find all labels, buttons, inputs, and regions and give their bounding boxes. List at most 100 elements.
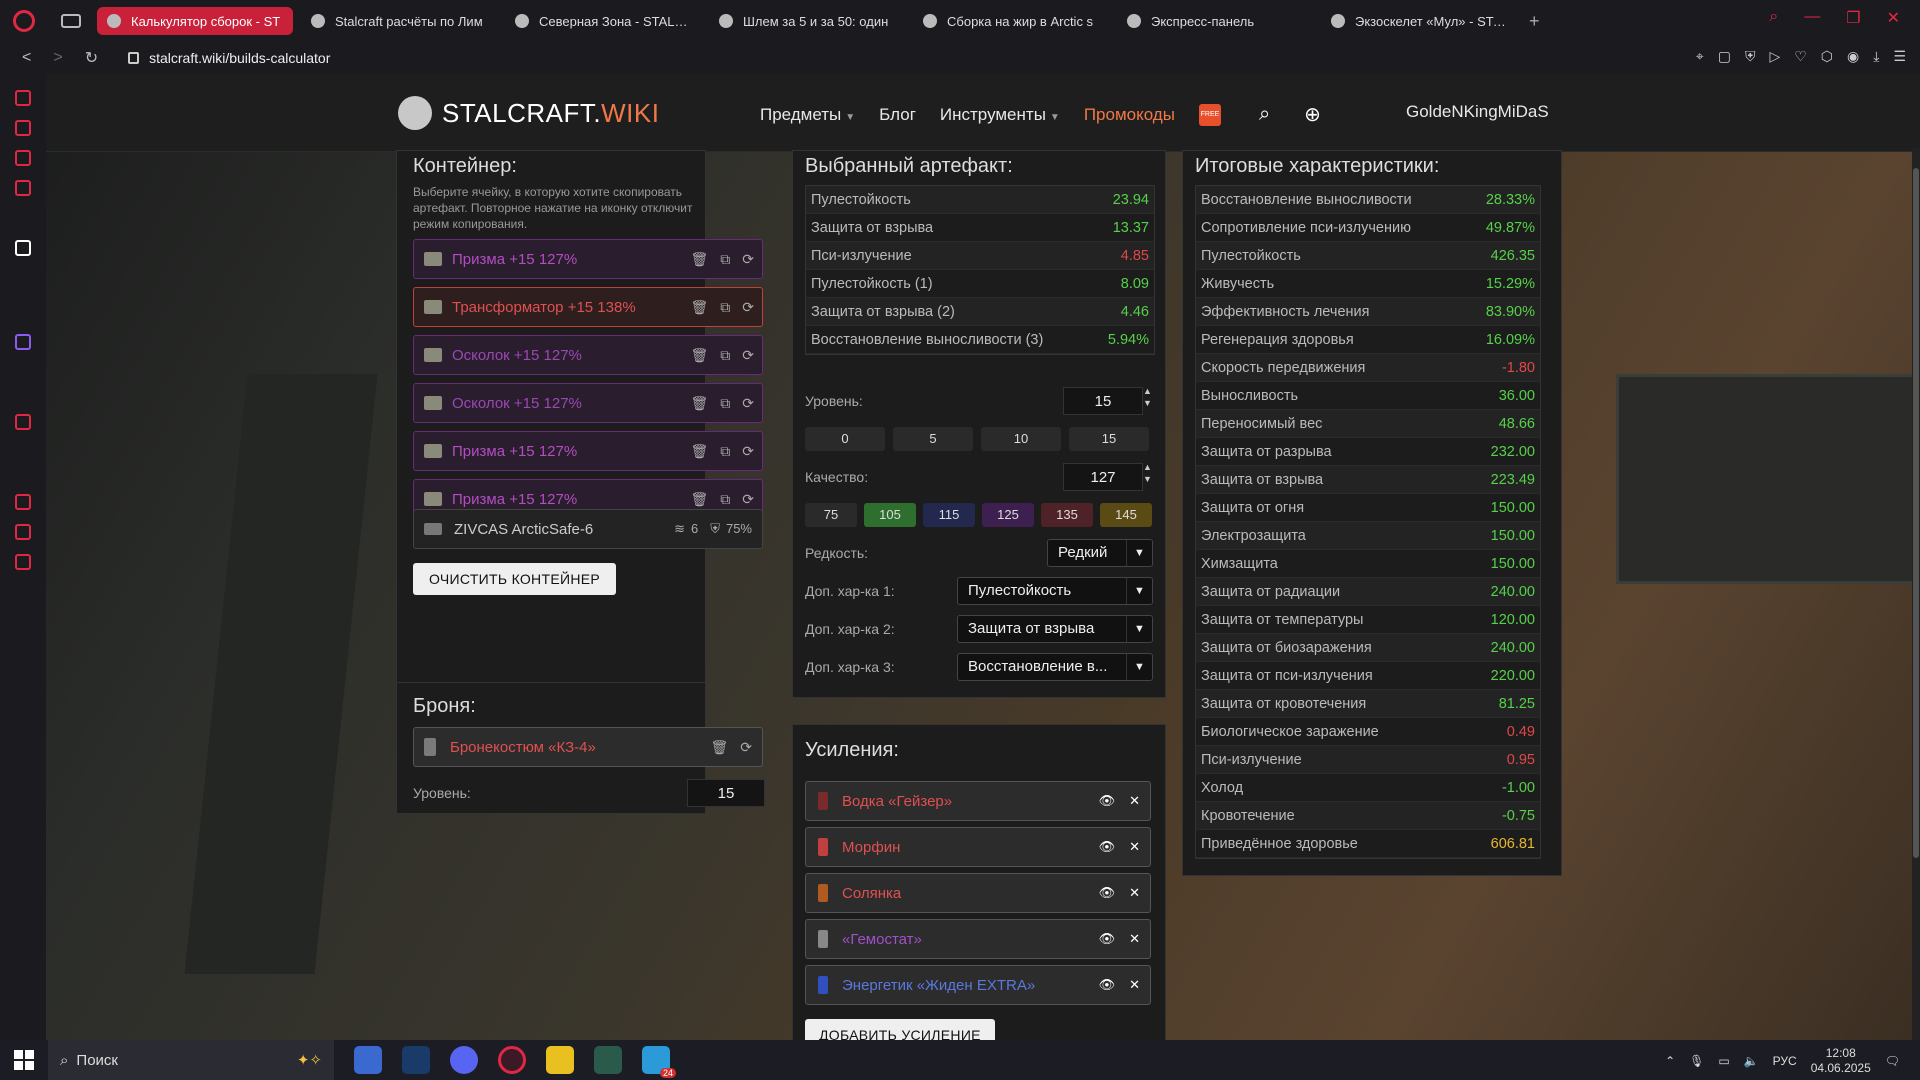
extra2-select[interactable]: Защита от взрыва ▼ bbox=[957, 615, 1153, 643]
boost-item[interactable]: Водка «Гейзер» 👁 ✕ bbox=[805, 781, 1151, 821]
container-slot[interactable]: Трансформатор +15 138% 🗑 ⧉ ⟳ bbox=[413, 287, 763, 327]
close-icon[interactable]: ✕ bbox=[1129, 839, 1140, 855]
window-app-icon[interactable] bbox=[594, 1046, 622, 1074]
rarity-select[interactable]: Редкий ▼ bbox=[1047, 539, 1153, 567]
level-quick-button[interactable]: 10 bbox=[981, 427, 1061, 451]
forward-button[interactable]: > bbox=[53, 49, 62, 67]
refresh-icon[interactable]: ⟳ bbox=[742, 395, 754, 412]
menu-blog[interactable]: Блог bbox=[879, 105, 916, 125]
sidebar-game-icon[interactable] bbox=[15, 240, 31, 256]
level-quick-button[interactable]: 5 bbox=[893, 427, 973, 451]
browser-tab[interactable]: Северная Зона - STALCR bbox=[505, 7, 701, 35]
download-icon[interactable]: ⤓ bbox=[1873, 48, 1879, 65]
refresh-icon[interactable]: ⟳ bbox=[742, 347, 754, 364]
new-tab-button[interactable]: + bbox=[1529, 11, 1540, 32]
sidebar-player-icon[interactable] bbox=[15, 414, 31, 430]
level-quick-button[interactable]: 15 bbox=[1069, 427, 1149, 451]
close-icon[interactable]: ✕ bbox=[1129, 977, 1140, 993]
eye-icon[interactable]: 👁 bbox=[1099, 839, 1116, 855]
browser-tab[interactable]: Экспресс-панель bbox=[1117, 7, 1313, 35]
quality-quick-button[interactable]: 115 bbox=[923, 503, 975, 527]
snapshot-icon[interactable]: ▢ bbox=[1718, 48, 1731, 65]
browser-tab[interactable]: Шлем за 5 и за 50: один bbox=[709, 7, 905, 35]
eye-icon[interactable]: 👁 bbox=[1099, 931, 1116, 947]
heart-icon[interactable]: ♡ bbox=[1794, 48, 1807, 65]
copy-icon[interactable]: ⧉ bbox=[720, 491, 730, 508]
microphone-icon[interactable]: 🎙 bbox=[1689, 1054, 1704, 1068]
close-icon[interactable]: ✕ bbox=[1129, 931, 1140, 947]
container-slot[interactable]: Осколок +15 127% 🗑 ⧉ ⟳ bbox=[413, 335, 763, 375]
boost-item[interactable]: Энергетик «Жиден EXTRA» 👁 ✕ bbox=[805, 965, 1151, 1005]
eye-icon[interactable]: 👁 bbox=[1099, 885, 1116, 901]
network-icon[interactable]: ▭ bbox=[1718, 1054, 1729, 1068]
browser-tab[interactable]: Экзоскелет «Мул» - STAL bbox=[1321, 7, 1517, 35]
delete-icon[interactable]: 🗑 bbox=[690, 251, 708, 268]
delete-icon[interactable]: 🗑 bbox=[690, 395, 708, 412]
close-window-icon[interactable]: ✕ bbox=[1887, 8, 1900, 28]
username[interactable]: GoldeNKingMiDaS bbox=[1406, 102, 1549, 122]
pin-icon[interactable]: ⌖ bbox=[1696, 48, 1704, 65]
container-item[interactable]: ZIVCAS ArcticSafe-6 ≋ 6 ⛨ 75% bbox=[413, 509, 763, 549]
menu-icon[interactable]: ☰ bbox=[1893, 48, 1906, 65]
language-globe-icon[interactable]: ⊕ bbox=[1304, 102, 1321, 127]
add-boost-button[interactable]: ДОБАВИТЬ УСИЛЕНИЕ bbox=[805, 1019, 995, 1040]
close-icon[interactable]: ✕ bbox=[1129, 885, 1140, 901]
eye-icon[interactable]: 👁 bbox=[1099, 793, 1116, 809]
boost-item[interactable]: «Гемостат» 👁 ✕ bbox=[805, 919, 1151, 959]
taskbar-search[interactable]: ⌕ Поиск ✦✧ bbox=[48, 1040, 334, 1080]
quality-quick-button[interactable]: 105 bbox=[864, 503, 916, 527]
sidebar-history-icon[interactable] bbox=[15, 494, 31, 510]
minimize-icon[interactable]: — bbox=[1804, 8, 1820, 28]
eye-icon[interactable]: 👁 bbox=[1099, 977, 1116, 993]
copy-icon[interactable]: ⧉ bbox=[720, 347, 730, 364]
tab-island-icon[interactable] bbox=[61, 14, 81, 28]
quality-quick-button[interactable]: 135 bbox=[1041, 503, 1093, 527]
free-badge-icon[interactable]: FREE bbox=[1198, 103, 1221, 126]
telegram-app-icon[interactable]: 24 bbox=[642, 1046, 676, 1078]
delete-icon[interactable]: 🗑 bbox=[690, 299, 708, 316]
search-icon[interactable]: ⌕ bbox=[1259, 103, 1270, 126]
page-scrollbar[interactable] bbox=[1912, 148, 1920, 1040]
url-field[interactable]: stalcraft.wiki/builds-calculator bbox=[128, 50, 330, 66]
armor-level-input[interactable]: 15 bbox=[687, 779, 765, 807]
explorer-app-icon[interactable] bbox=[354, 1046, 382, 1074]
copy-icon[interactable]: ⧉ bbox=[720, 395, 730, 412]
notifications-icon[interactable]: 🗨 bbox=[1885, 1054, 1900, 1068]
sidebar-extensions-icon[interactable] bbox=[15, 524, 31, 540]
language-indicator[interactable]: РУС bbox=[1773, 1054, 1797, 1068]
browser-tab[interactable]: Калькулятор сборок - ST bbox=[97, 7, 293, 35]
url-text[interactable]: stalcraft.wiki/builds-calculator bbox=[149, 50, 330, 66]
sidebar-twitch-icon[interactable] bbox=[15, 150, 31, 166]
level-quick-button[interactable]: 0 bbox=[805, 427, 885, 451]
search-tabs-icon[interactable]: ⌕ bbox=[1769, 8, 1778, 28]
shield-icon[interactable]: ⛨ bbox=[1745, 48, 1756, 65]
close-icon[interactable]: ✕ bbox=[1129, 793, 1140, 809]
quality-stepper-icon[interactable]: ▲ ▼ bbox=[1143, 461, 1152, 485]
copy-icon[interactable]: ⧉ bbox=[720, 251, 730, 268]
sidebar-twitch2-icon[interactable] bbox=[15, 334, 31, 350]
volume-icon[interactable]: 🔈 bbox=[1744, 1054, 1759, 1068]
game-app-icon[interactable] bbox=[546, 1046, 574, 1074]
extra1-select[interactable]: Пулестойкость ▼ bbox=[957, 577, 1153, 605]
sidebar-messenger-icon[interactable] bbox=[15, 180, 31, 196]
refresh-icon[interactable]: ⟳ bbox=[740, 739, 752, 756]
steam-app-icon[interactable] bbox=[402, 1046, 430, 1074]
container-slot[interactable]: Призма +15 127% 🗑 ⧉ ⟳ bbox=[413, 239, 763, 279]
container-slot[interactable]: Осколок +15 127% 🗑 ⧉ ⟳ bbox=[413, 383, 763, 423]
maximize-icon[interactable]: ❐ bbox=[1846, 8, 1860, 28]
extensions-icon[interactable]: ⬡ bbox=[1821, 48, 1833, 65]
quality-quick-button[interactable]: 75 bbox=[805, 503, 857, 527]
opera-gx-app-icon[interactable] bbox=[498, 1046, 526, 1074]
artifact-level-input[interactable]: 15 bbox=[1063, 387, 1143, 415]
sidebar-ai-icon[interactable] bbox=[15, 90, 31, 106]
boost-item[interactable]: Солянка 👁 ✕ bbox=[805, 873, 1151, 913]
artifact-quality-input[interactable]: 127 bbox=[1063, 463, 1143, 491]
level-stepper-icon[interactable]: ▲ ▼ bbox=[1143, 385, 1152, 409]
delete-icon[interactable]: 🗑 bbox=[710, 739, 728, 756]
site-logo[interactable]: STALCRAFT.WIKI bbox=[398, 96, 659, 130]
clock[interactable]: 12:08 04.06.2025 bbox=[1811, 1046, 1871, 1076]
container-slot[interactable]: Призма +15 127% 🗑 ⧉ ⟳ bbox=[413, 431, 763, 471]
quality-quick-button[interactable]: 145 bbox=[1100, 503, 1152, 527]
avatar[interactable]: ◉ bbox=[1847, 48, 1859, 65]
reload-button[interactable]: ↻ bbox=[85, 48, 98, 68]
